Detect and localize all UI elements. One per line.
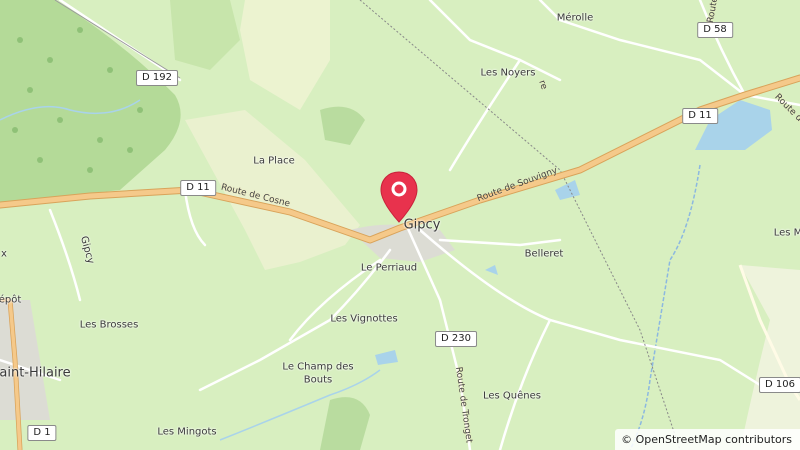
- location-marker[interactable]: [378, 170, 420, 226]
- place-label-les-quenes: Les Quênes: [483, 390, 541, 402]
- place-label-le-champ-des: Le Champ des: [282, 361, 354, 373]
- road-shield-d230: D 230: [435, 331, 477, 347]
- road-shield-d58: D 58: [697, 22, 733, 38]
- place-label-la-place: La Place: [253, 155, 295, 167]
- place-label-saint-hilaire: aint-Hilaire: [0, 365, 71, 381]
- road-shield-d11-west: D 11: [180, 180, 216, 196]
- map-pin-icon: [380, 171, 418, 223]
- road-shield-d192: D 192: [136, 70, 178, 86]
- place-label-x: x: [1, 248, 7, 260]
- place-label-belleret: Belleret: [524, 248, 564, 260]
- place-label-merolle: Mérolle: [556, 12, 594, 24]
- place-label-les-brosses: Les Brosses: [79, 319, 139, 331]
- place-label-les-mingots: Les Mingots: [157, 426, 217, 438]
- place-label-les-noyers: Les Noyers: [480, 67, 536, 79]
- place-label-les-m: Les M: [773, 227, 800, 239]
- map-attribution: © OpenStreetMap contributors: [615, 429, 800, 450]
- road-shield-d1: D 1: [27, 425, 57, 441]
- place-label-bouts: Bouts: [303, 374, 333, 386]
- place-label-depot: épôt: [0, 294, 22, 306]
- road-shield-d11-east: D 11: [682, 108, 718, 124]
- map-view[interactable]: Mérolle Les Noyers La Place Gipcy Le Per…: [0, 0, 800, 450]
- place-label-les-vignottes: Les Vignottes: [330, 313, 398, 325]
- copyright-symbol: ©: [621, 433, 633, 446]
- road-shield-d106: D 106: [759, 377, 800, 393]
- attribution-link[interactable]: OpenStreetMap contributors: [636, 433, 792, 446]
- place-label-le-perriaud: Le Perriaud: [360, 262, 418, 274]
